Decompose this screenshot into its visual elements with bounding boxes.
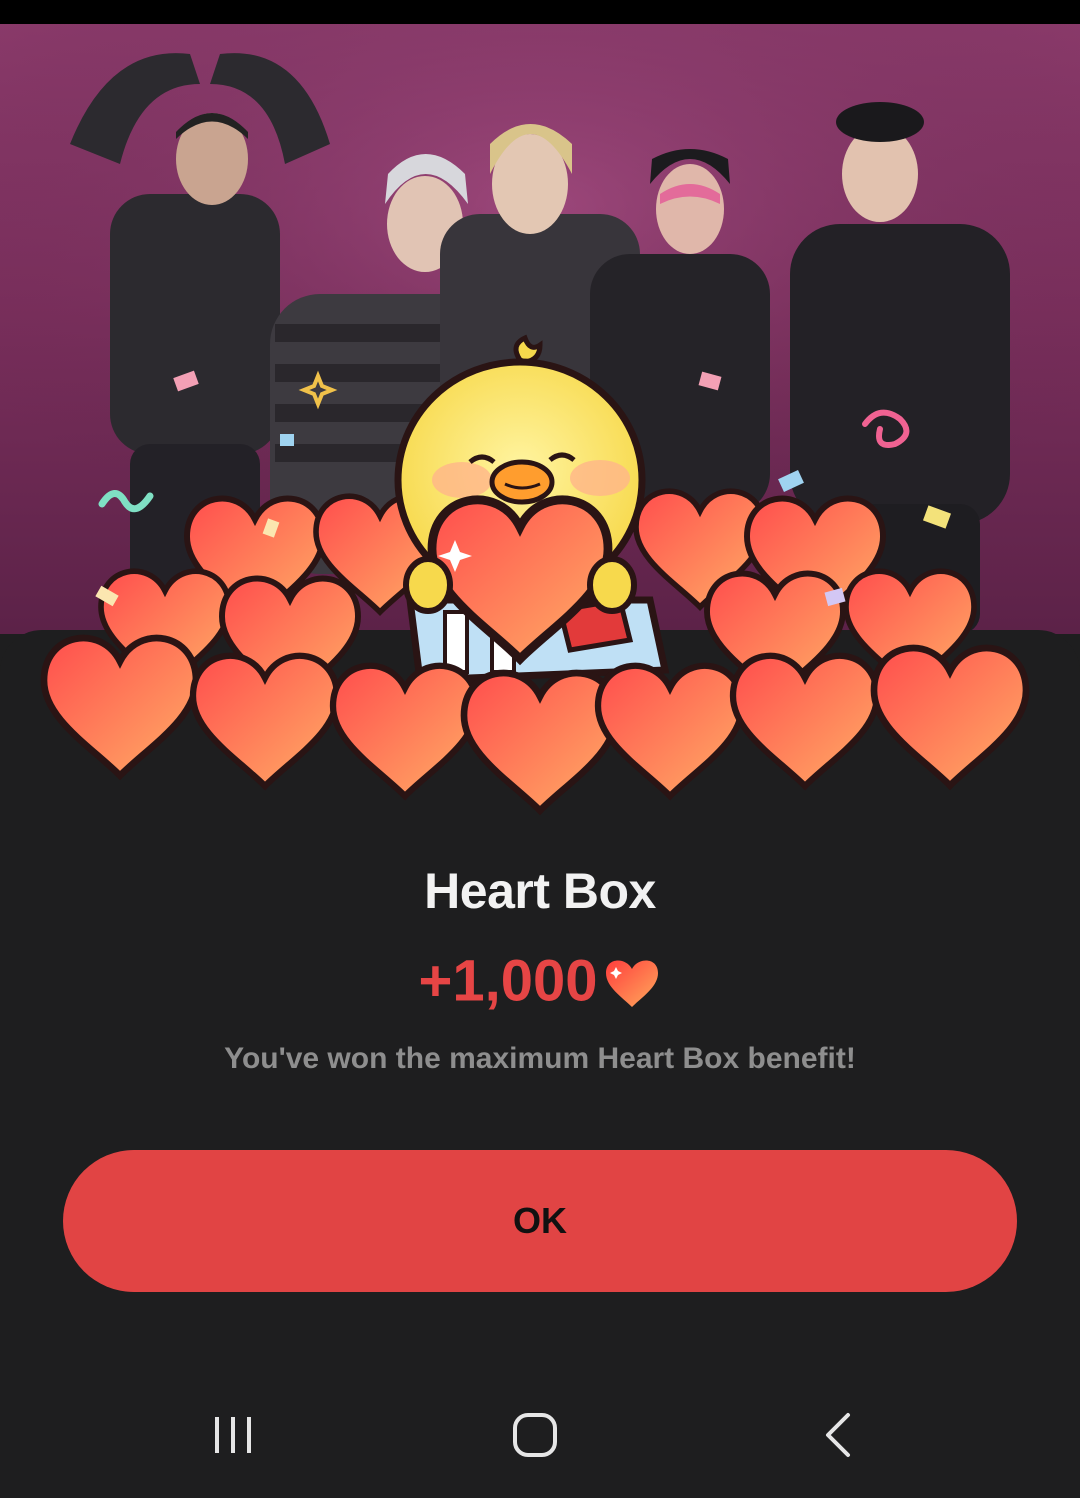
navigation-bar [0,1370,1080,1498]
recent-apps-button[interactable] [193,1400,273,1470]
back-icon [826,1413,850,1457]
group-illustration [0,24,1080,634]
home-icon [513,1413,557,1457]
home-button[interactable] [495,1400,575,1470]
heart-icon [605,960,658,1007]
reward-amount-row: +1,000 [0,944,1080,1016]
recent-apps-icon [215,1417,251,1453]
heart-box-screen: Heart Box +1,000 You've won the maximum … [0,0,1080,1498]
dialog-title: Heart Box [424,863,656,919]
status-bar [0,0,1080,24]
ok-button[interactable]: OK [63,1150,1017,1292]
back-button[interactable] [798,1400,878,1470]
dialog-message: You've won the maximum Heart Box benefit… [224,1042,856,1075]
reward-amount: +1,000 [418,948,598,1014]
banner-illustration [0,24,1080,634]
